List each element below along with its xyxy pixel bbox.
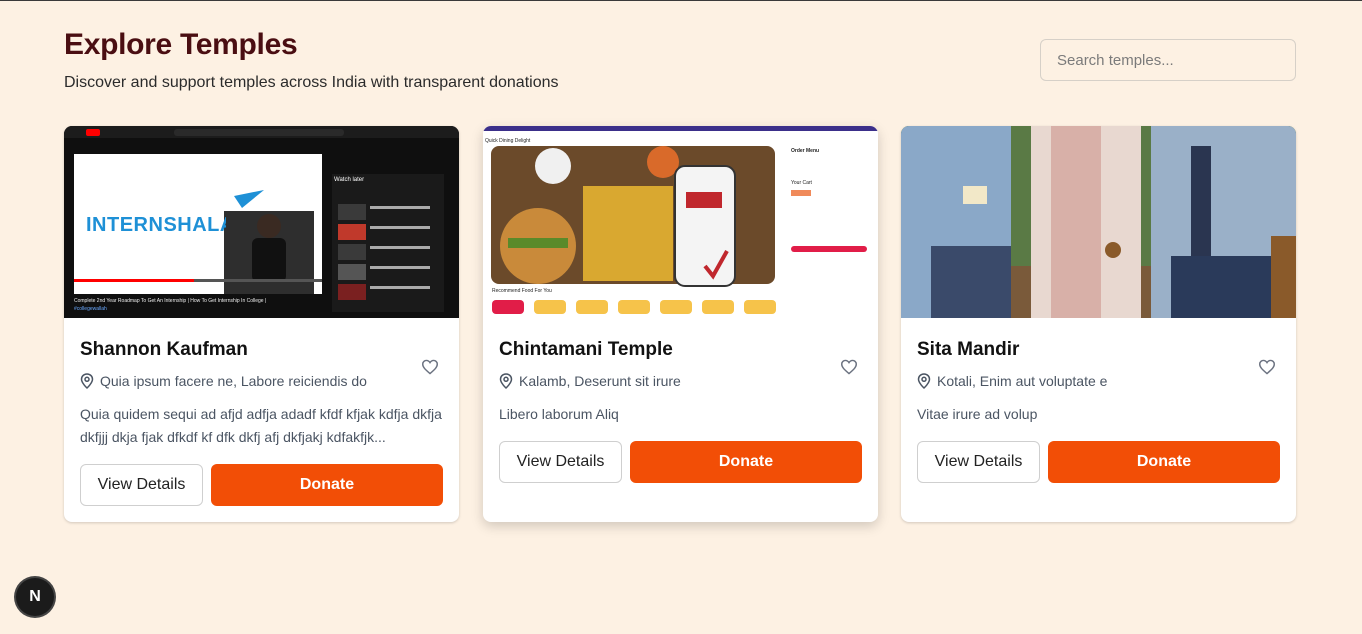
view-details-button[interactable]: View Details [917,441,1040,483]
thumb-brand: INTERNSHALA [86,214,226,236]
card-actions: View Details Donate [80,464,443,506]
temple-grid: INTERNSHALA Watch later Complete 2nd Yea… [64,126,1296,526]
temple-description: Vitae irure ad volup [917,406,1038,422]
heart-icon[interactable] [1258,359,1276,375]
thumb-app-title: Quick Dining Delight [485,138,531,144]
map-pin-icon [80,373,94,389]
temple-description: Quia quidem sequi ad afjd adfja adadf kf… [80,406,442,445]
map-pin-icon [499,373,513,389]
thumb-channel: #collegewallah [74,306,107,312]
temple-name: Chintamani Temple [499,339,673,360]
page-title: Explore Temples [64,28,298,61]
view-details-button[interactable]: View Details [80,464,203,506]
temple-description: Libero laborum Aliq [499,406,619,422]
temple-image: Quick Dining Delight Recommend Food For … [483,126,878,318]
search-input[interactable] [1040,39,1296,81]
temple-location: Quia ipsum facere ne, Labore reiciendis … [80,373,443,389]
temple-image: INTERNSHALA Watch later Complete 2nd Yea… [64,126,459,318]
nextjs-badge[interactable]: N [16,578,54,616]
temple-name: Sita Mandir [917,339,1020,360]
thumb-cart-title: Your Cart [791,180,812,186]
heart-icon[interactable] [421,359,439,375]
temple-image [901,126,1296,318]
donate-button[interactable]: Donate [211,464,443,506]
page-subtitle: Discover and support temples across Indi… [64,74,559,91]
temple-card: Quick Dining Delight Recommend Food For … [483,126,878,522]
thumb-order-title: Order Menu [791,148,820,154]
donate-button[interactable]: Donate [630,441,862,483]
card-actions: View Details Donate [917,441,1280,483]
map-pin-icon [917,373,931,389]
thumb-video-title: Complete 2nd Year Roadmap To Get An Inte… [74,298,267,304]
location-text: Kotali, Enim aut voluptate e [937,373,1108,389]
temple-location: Kalamb, Deserunt sit irure [499,373,862,389]
temple-card: Sita Mandir Kotali, Enim aut voluptate e… [901,126,1296,522]
card-actions: View Details Donate [499,441,862,483]
location-text: Kalamb, Deserunt sit irure [519,373,681,389]
thumb-recommend: Recommend Food For You [492,288,552,294]
temple-card: INTERNSHALA Watch later Complete 2nd Yea… [64,126,459,522]
view-details-button[interactable]: View Details [499,441,622,483]
heart-icon[interactable] [840,359,858,375]
thumb-sidebar-title: Watch later [334,177,365,183]
page-header: Explore Temples Discover and support tem… [64,28,558,92]
temple-location: Kotali, Enim aut voluptate e [917,373,1280,389]
temple-name: Shannon Kaufman [80,339,248,360]
donate-button[interactable]: Donate [1048,441,1280,483]
location-text: Quia ipsum facere ne, Labore reiciendis … [100,373,367,389]
